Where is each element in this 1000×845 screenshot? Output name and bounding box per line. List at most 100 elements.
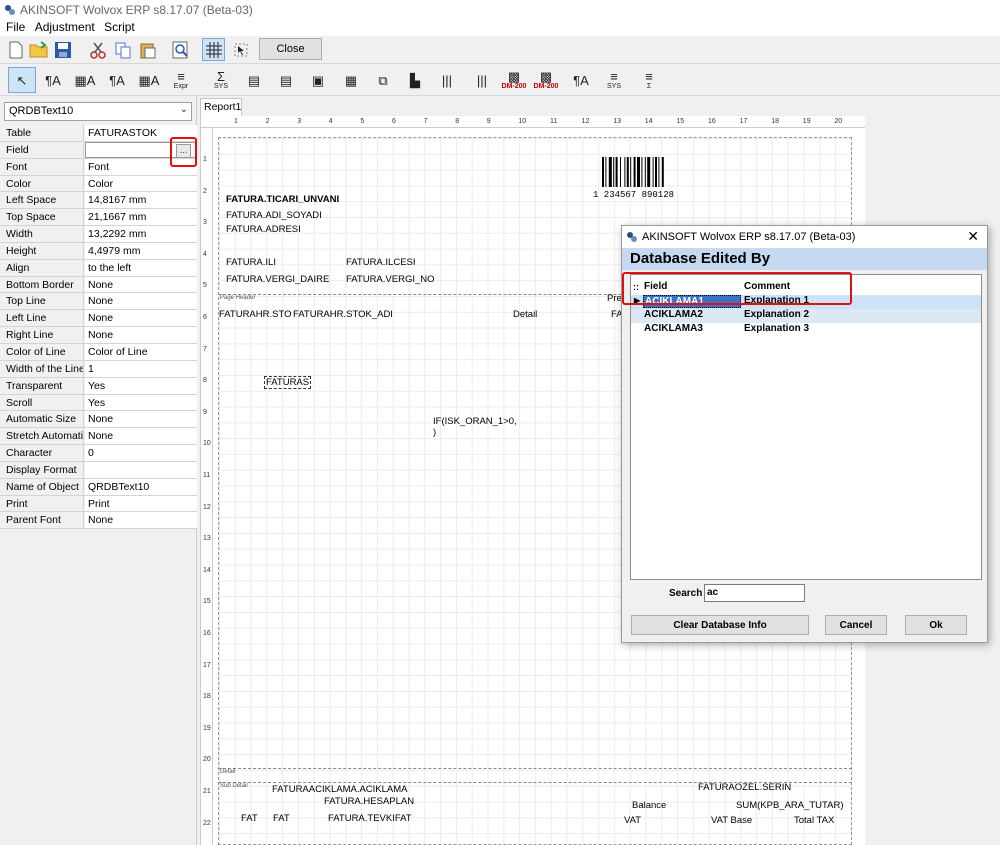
property-row[interactable]: Name of Object QRDBText10 [0, 478, 197, 496]
component-tool-9-icon[interactable]: ▤ [272, 67, 300, 93]
tab-report1[interactable]: Report1 [200, 98, 242, 116]
property-value[interactable]: None [85, 276, 197, 293]
property-value[interactable]: 0 [85, 445, 197, 461]
property-value[interactable]: 1 [85, 360, 197, 377]
grid-toggle-icon[interactable] [202, 38, 225, 61]
component-tool-18-icon[interactable]: ¶A [567, 67, 595, 93]
component-tool-16-icon[interactable]: ▩ DM-200 [500, 67, 528, 93]
component-tool-20-icon[interactable]: ≡ Σ [635, 67, 663, 93]
field-faturahr-sto[interactable]: FATURAHR.STO [219, 309, 292, 320]
field-adi-soyadi[interactable]: FATURA.ADI_SOYADI [226, 210, 322, 221]
field-if-isk-oran[interactable]: IF(ISK_ORAN_1>0, [433, 416, 517, 427]
field-fat-1[interactable]: FAT [241, 813, 258, 824]
field-detail[interactable]: Detail [513, 309, 537, 320]
property-row[interactable]: Top Space 21,1667 mm [0, 209, 197, 227]
property-value[interactable]: to the left [85, 259, 197, 276]
property-row[interactable]: Width of the Line 1 [0, 360, 197, 378]
property-row[interactable]: Stretch AutomaticallyNone [0, 428, 197, 446]
component-tool-10-icon[interactable]: ▣ [304, 67, 332, 93]
cut-icon[interactable] [86, 38, 109, 61]
component-tool-8-icon[interactable]: ▤ [240, 67, 268, 93]
property-row[interactable]: Color Color [0, 175, 197, 193]
copy-icon[interactable] [111, 38, 134, 61]
property-value[interactable] [85, 461, 197, 478]
property-row[interactable]: Display Format [0, 461, 197, 479]
field-fat-2[interactable]: FAT [273, 813, 290, 824]
component-tool-19-icon[interactable]: ≡ SYS [600, 67, 628, 93]
property-value[interactable]: None [85, 411, 197, 428]
cell-field[interactable]: ACIKLAMA3 [643, 323, 741, 334]
component-tool-13-icon[interactable]: ▙ [401, 67, 429, 93]
field-ticari-unvani[interactable]: FATURA.TICARI_UNVANI [226, 194, 339, 205]
close-button[interactable]: Close [259, 38, 322, 60]
property-row[interactable]: Transparent Yes [0, 377, 197, 395]
field-if-isk-oran-end[interactable]: ) [433, 427, 436, 438]
component-tool-14-icon[interactable]: ||| [433, 67, 461, 93]
field-comment-grid[interactable]: :: Field Comment ▶ ACIKLAMA1 Explanation… [630, 274, 982, 580]
field-vergi-no[interactable]: FATURA.VERGI_NO [346, 274, 435, 285]
property-row[interactable]: Print Print [0, 495, 197, 513]
property-row[interactable]: Width 13,2292 mm [0, 226, 197, 243]
property-value[interactable]: 4,4979 mm [85, 242, 197, 259]
field-vergi-daire[interactable]: FATURA.VERGI_DAIRE [226, 274, 329, 285]
preview-zoom-icon[interactable] [169, 38, 192, 61]
component-tool-5-icon[interactable]: ▦A [135, 67, 163, 93]
property-row[interactable]: Field [0, 141, 197, 159]
clear-database-info-button[interactable]: Clear Database Info [631, 615, 809, 635]
property-value[interactable]: 14,8167 mm [85, 192, 197, 209]
property-value[interactable]: None [85, 512, 197, 529]
component-tool-17-icon[interactable]: ▩ DM-200 [532, 67, 560, 93]
field-ilcesi[interactable]: FATURA.ILCESI [346, 257, 416, 268]
field-vat[interactable]: VAT [624, 815, 641, 826]
component-tool-3-icon[interactable]: ▦A [71, 67, 99, 93]
component-tool-15-icon[interactable]: ||| [468, 67, 496, 93]
field-faturas-selected[interactable]: FATURAS [264, 376, 312, 389]
chevron-down-icon[interactable]: ⌄ [180, 104, 188, 115]
field-tevkifat[interactable]: FATURA.TEVKIFAT [328, 813, 412, 824]
property-row[interactable]: Color of Line Color of Line [0, 343, 197, 361]
property-row[interactable]: Bottom Border None [0, 276, 197, 294]
component-tool-6-icon[interactable]: ≡ Expr [167, 67, 195, 93]
detail-band[interactable]: Detail [218, 768, 852, 775]
component-tool-7-icon[interactable]: Σ SYS [207, 67, 235, 93]
cell-comment[interactable]: Explanation 3 [744, 323, 964, 334]
field-faturahr-stok-adi[interactable]: FATURAHR.STOK_ADI [293, 309, 393, 320]
component-tool-2-icon[interactable]: ¶A [39, 67, 67, 93]
property-row[interactable]: Left Space 14,8167 mm [0, 192, 197, 210]
component-tool-11-icon[interactable]: ▦ [337, 67, 365, 93]
save-icon[interactable] [51, 38, 74, 61]
close-icon[interactable]: ✕ [967, 228, 979, 245]
cell-comment[interactable]: Explanation 2 [744, 309, 964, 320]
field-total-tax[interactable]: Total TAX [794, 815, 834, 826]
menu-adjustment[interactable]: Adjustment [35, 20, 95, 34]
field-adresi[interactable]: FATURA.ADRESI [226, 224, 301, 235]
barcode-icon[interactable] [600, 157, 680, 191]
property-value[interactable]: Print [85, 495, 197, 512]
component-tool-4-icon[interactable]: ¶A [103, 67, 131, 93]
property-value[interactable]: None [85, 327, 197, 343]
property-value[interactable]: Yes [85, 377, 197, 394]
property-row[interactable]: Top Line None [0, 293, 197, 311]
property-value[interactable]: None [85, 310, 197, 327]
property-value[interactable]: None [85, 293, 197, 310]
grid-row[interactable]: ACIKLAMA3 Explanation 3 [631, 323, 981, 337]
property-value[interactable]: Color of Line [85, 343, 197, 360]
new-document-icon[interactable] [4, 38, 27, 61]
search-input[interactable]: ac [704, 584, 805, 602]
property-value[interactable]: Color [85, 175, 197, 192]
cell-field[interactable]: ACIKLAMA2 [643, 309, 741, 320]
property-row[interactable]: Left Line None [0, 310, 197, 328]
property-value[interactable]: 13,2292 mm [85, 226, 197, 242]
field-vat-base[interactable]: VAT Base [711, 815, 752, 826]
field-balance[interactable]: Balance [632, 800, 666, 811]
component-tool-1-icon[interactable]: ↖ [8, 67, 36, 93]
menu-file[interactable]: File [6, 20, 25, 34]
property-value[interactable]: None [85, 428, 197, 445]
paste-icon[interactable] [136, 38, 159, 61]
open-folder-icon[interactable] [27, 38, 50, 61]
property-row[interactable]: Character 0 [0, 445, 197, 462]
property-row[interactable]: Font Font [0, 158, 197, 176]
field-sum-kpb[interactable]: SUM(KPB_ARA_TUTAR) [736, 800, 844, 811]
object-select[interactable]: QRDBText10 ⌄ [4, 102, 192, 121]
property-row[interactable]: Right Line None [0, 327, 197, 344]
